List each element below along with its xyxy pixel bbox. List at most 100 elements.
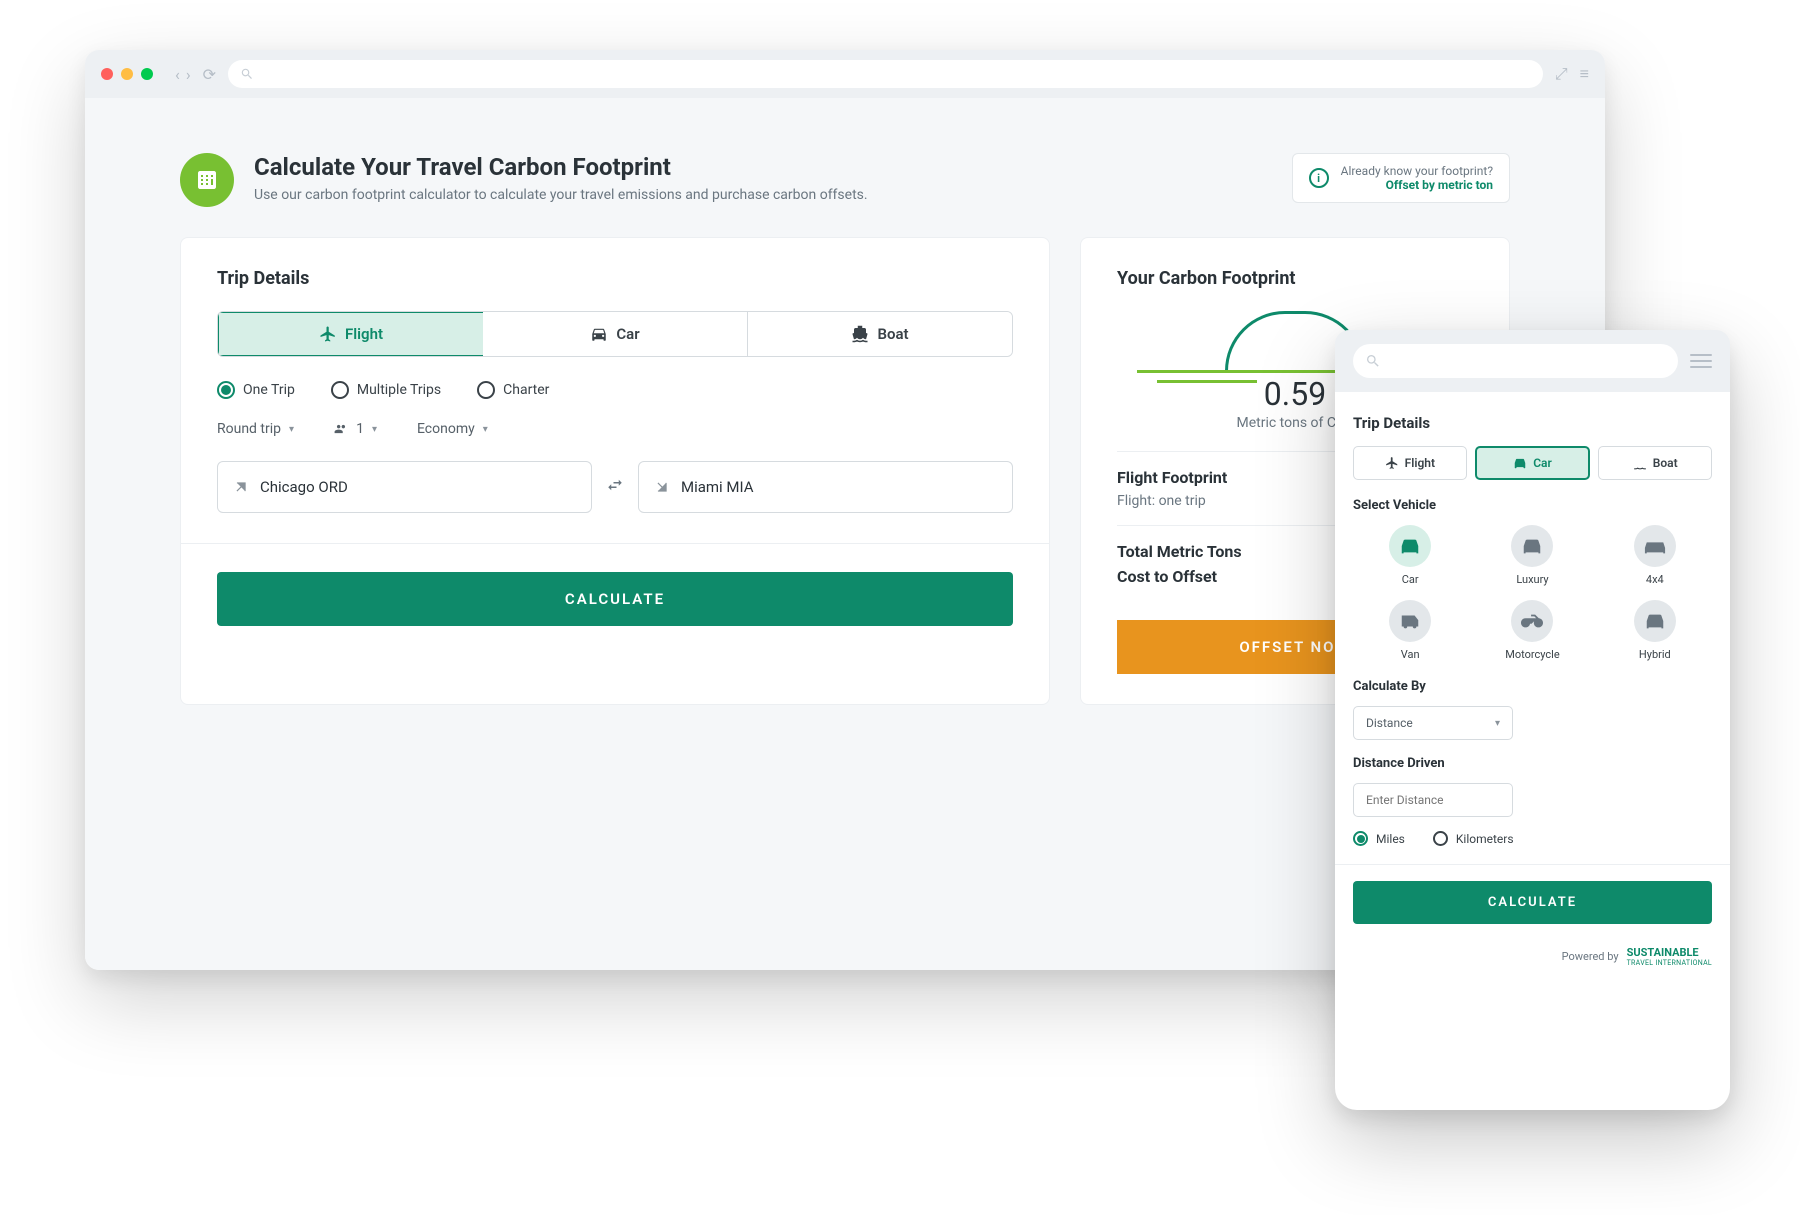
takeoff-icon bbox=[234, 480, 248, 494]
distance-input[interactable] bbox=[1366, 793, 1500, 807]
vehicle-motorcycle[interactable]: Motorcycle bbox=[1475, 600, 1589, 661]
nav-arrows: ‹ › bbox=[175, 65, 191, 84]
mobile-tab-flight-label: Flight bbox=[1405, 456, 1435, 470]
radio-icon bbox=[477, 381, 495, 399]
gauge-line-short bbox=[1157, 380, 1257, 383]
traffic-lights bbox=[101, 68, 153, 80]
trip-type-radios: One Trip Multiple Trips Charter bbox=[217, 381, 1013, 399]
hybrid-icon bbox=[1634, 600, 1676, 642]
from-airport-value: Chicago ORD bbox=[260, 478, 348, 496]
trip-details-card: Trip Details Flight Car Boat bbox=[180, 237, 1050, 705]
offset-by-ton-box[interactable]: i Already know your footprint? Offset by… bbox=[1292, 153, 1510, 203]
radio-charter[interactable]: Charter bbox=[477, 381, 549, 399]
boat-icon bbox=[851, 325, 869, 343]
vehicle-van[interactable]: Van bbox=[1353, 600, 1467, 661]
window-maximize-icon[interactable] bbox=[141, 68, 153, 80]
plane-icon bbox=[1385, 456, 1399, 470]
mobile-search-input[interactable] bbox=[1353, 344, 1678, 378]
forward-icon[interactable]: › bbox=[186, 65, 191, 84]
vehicle-hybrid[interactable]: Hybrid bbox=[1598, 600, 1712, 661]
window-close-icon[interactable] bbox=[101, 68, 113, 80]
divider bbox=[1335, 864, 1730, 865]
brand-sub: TRAVEL INTERNATIONAL bbox=[1627, 959, 1712, 967]
class-value: Economy bbox=[417, 421, 475, 437]
radio-charter-label: Charter bbox=[503, 382, 549, 398]
trip-selectors: Round trip ▾ 1 ▾ Economy ▾ bbox=[217, 421, 1013, 437]
mobile-chrome bbox=[1335, 330, 1730, 392]
radio-kilometers[interactable]: Kilometers bbox=[1433, 831, 1514, 846]
class-selector[interactable]: Economy ▾ bbox=[417, 421, 488, 437]
page-title: Calculate Your Travel Carbon Footprint bbox=[254, 153, 868, 181]
vehicle-luxury[interactable]: Luxury bbox=[1475, 525, 1589, 586]
tab-car[interactable]: Car bbox=[483, 312, 748, 356]
radio-one-trip-label: One Trip bbox=[243, 382, 295, 398]
reload-icon[interactable]: ⟳ bbox=[203, 65, 216, 84]
back-icon[interactable]: ‹ bbox=[175, 65, 180, 84]
offset-box-line2: Offset by metric ton bbox=[1341, 178, 1493, 192]
calculate-by-value: Distance bbox=[1366, 716, 1413, 730]
vehicle-car-label: Car bbox=[1402, 573, 1419, 586]
radio-icon bbox=[331, 381, 349, 399]
to-airport-input[interactable]: Miami MIA bbox=[638, 461, 1013, 513]
menu-icon[interactable]: ≡ bbox=[1580, 64, 1589, 84]
address-bar[interactable] bbox=[228, 60, 1543, 88]
expand-icon[interactable]: ⤢ bbox=[1555, 64, 1568, 84]
swap-icon bbox=[606, 476, 624, 494]
from-airport-input[interactable]: Chicago ORD bbox=[217, 461, 592, 513]
radio-multiple-trips[interactable]: Multiple Trips bbox=[331, 381, 441, 399]
motorcycle-icon bbox=[1511, 600, 1553, 642]
swap-button[interactable] bbox=[606, 476, 624, 498]
calculate-by-label: Calculate By bbox=[1353, 679, 1712, 694]
tab-boat[interactable]: Boat bbox=[748, 312, 1012, 356]
distance-input-wrap bbox=[1353, 783, 1513, 817]
radio-icon bbox=[217, 381, 235, 399]
caret-down-icon: ▾ bbox=[289, 424, 294, 435]
mobile-tab-boat[interactable]: Boat bbox=[1598, 446, 1712, 480]
page-subtitle: Use our carbon footprint calculator to c… bbox=[254, 187, 868, 203]
car-icon bbox=[590, 325, 608, 343]
tab-flight[interactable]: Flight bbox=[217, 311, 484, 357]
radio-miles[interactable]: Miles bbox=[1353, 831, 1405, 846]
passengers-value: 1 bbox=[356, 421, 364, 437]
passengers-selector[interactable]: 1 ▾ bbox=[334, 421, 377, 437]
search-icon bbox=[1365, 353, 1381, 369]
vehicle-4x4[interactable]: 4x4 bbox=[1598, 525, 1712, 586]
page-header: Calculate Your Travel Carbon Footprint U… bbox=[180, 153, 1510, 207]
select-vehicle-label: Select Vehicle bbox=[1353, 498, 1712, 513]
mobile-tab-boat-label: Boat bbox=[1653, 456, 1678, 470]
mobile-tab-flight[interactable]: Flight bbox=[1353, 446, 1467, 480]
mobile-body: Trip Details Flight Car Boat Select Vehi… bbox=[1353, 392, 1712, 967]
caret-down-icon: ▾ bbox=[483, 424, 488, 435]
boat-icon bbox=[1633, 456, 1647, 470]
search-icon bbox=[240, 67, 254, 81]
vehicle-car[interactable]: Car bbox=[1353, 525, 1467, 586]
plane-icon bbox=[319, 325, 337, 343]
calculator-icon bbox=[180, 153, 234, 207]
footprint-value: 0.59 bbox=[1264, 375, 1326, 413]
airport-row: Chicago ORD Miami MIA bbox=[217, 461, 1013, 513]
car-icon bbox=[1389, 525, 1431, 567]
window-minimize-icon[interactable] bbox=[121, 68, 133, 80]
to-airport-value: Miami MIA bbox=[681, 478, 754, 496]
radio-one-trip[interactable]: One Trip bbox=[217, 381, 295, 399]
calculate-button[interactable]: CALCULATE bbox=[217, 572, 1013, 626]
tab-car-label: Car bbox=[616, 325, 639, 343]
divider bbox=[181, 543, 1049, 544]
roundtrip-selector[interactable]: Round trip ▾ bbox=[217, 421, 294, 437]
mobile-tabs: Flight Car Boat bbox=[1353, 446, 1712, 480]
mobile-trip-heading: Trip Details bbox=[1353, 414, 1712, 432]
offset-box-line1: Already know your footprint? bbox=[1341, 164, 1493, 178]
vehicle-4x4-label: 4x4 bbox=[1646, 573, 1664, 586]
hamburger-menu-icon[interactable] bbox=[1690, 354, 1712, 368]
trip-heading: Trip Details bbox=[217, 268, 1013, 289]
radio-icon bbox=[1433, 831, 1448, 846]
mobile-tab-car[interactable]: Car bbox=[1475, 446, 1591, 480]
caret-down-icon: ▾ bbox=[372, 424, 377, 435]
offset-box-text: Already know your footprint? Offset by m… bbox=[1341, 164, 1493, 192]
powered-by-label: Powered by bbox=[1562, 950, 1619, 963]
tab-boat-label: Boat bbox=[877, 325, 908, 343]
calculate-by-select[interactable]: Distance ▾ bbox=[1353, 706, 1513, 740]
mobile-powered-by: Powered by SUSTAINABLE TRAVEL INTERNATIO… bbox=[1353, 946, 1712, 967]
mobile-calculate-button[interactable]: CALCULATE bbox=[1353, 881, 1712, 924]
gauge-line bbox=[1137, 370, 1337, 373]
